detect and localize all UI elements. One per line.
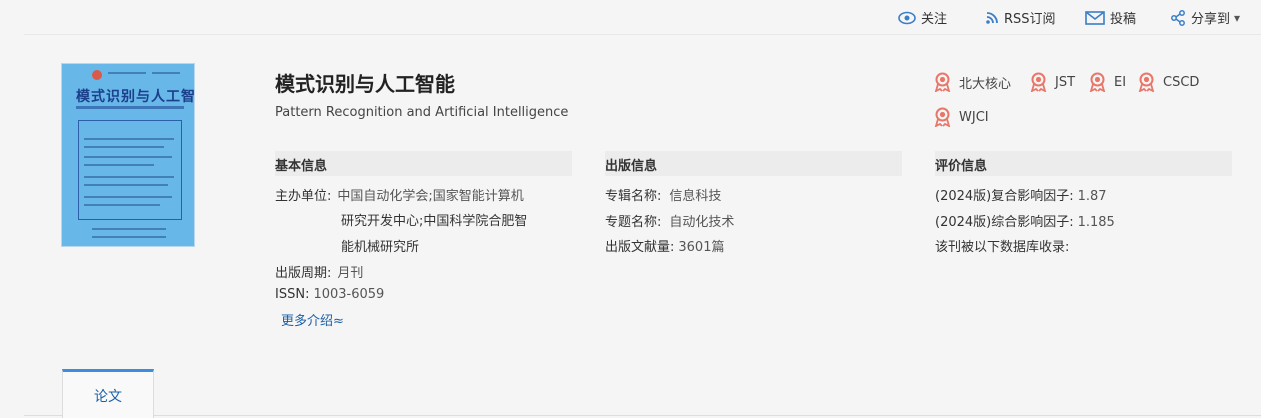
topic-value: 自动化技术 [669, 215, 735, 230]
cover-logo [92, 70, 102, 80]
sponsor-value-line1: 中国自动化学会;国家智能计算机 [337, 189, 524, 204]
eye-icon [898, 11, 916, 24]
tab-papers[interactable]: 论文 [62, 369, 154, 418]
album-label: 专辑名称: [605, 189, 662, 204]
award-ribbon-icon [934, 72, 951, 92]
cycle-row: 出版周期: 月刊 [275, 262, 363, 281]
eval-info-heading: 评价信息 [935, 151, 1232, 176]
mail-icon [1085, 10, 1105, 25]
badge-pku-core: 北大核心 [934, 72, 1011, 92]
issn-row: ISSN: 1003-6059 [275, 287, 384, 302]
topic-label: 专题名称: [605, 215, 662, 230]
rss-link[interactable]: RSS订阅 [985, 8, 1056, 27]
top-toolbar: 关注 RSS订阅 投稿 分享到 ▾ [0, 0, 1261, 34]
badge-label: EI [1114, 74, 1127, 90]
count-label: 出版文献量: [605, 240, 675, 255]
share-label: 分享到 [1191, 12, 1231, 27]
issn-label: ISSN: [275, 287, 310, 302]
badge-cscd: CSCD [1138, 72, 1199, 92]
badge-label: JST [1055, 74, 1076, 90]
publish-info-heading: 出版信息 [605, 151, 902, 176]
journal-english-title: Pattern Recognition and Artificial Intel… [275, 105, 569, 120]
badge-wjci: WJCI [934, 107, 989, 127]
award-ribbon-icon [1030, 72, 1047, 92]
badge-label: CSCD [1163, 74, 1200, 90]
count-row: 出版文献量: 3601篇 [605, 236, 724, 255]
badge-ei: EI [1089, 72, 1126, 92]
rss-icon [986, 11, 998, 24]
compound-if-label: (2024版)复合影响因子: [935, 189, 1074, 204]
composite-if-value: 1.185 [1077, 215, 1115, 230]
cycle-value: 月刊 [337, 266, 364, 281]
badge-label: WJCI [959, 109, 989, 125]
journal-title: 模式识别与人工智能 [275, 72, 455, 96]
follow-label: 关注 [921, 12, 948, 27]
more-intro-link[interactable]: 更多介绍≈ [281, 310, 344, 329]
chevron-down-icon: ▾ [1234, 10, 1241, 25]
cycle-label: 出版周期: [275, 266, 332, 281]
cover-subtitle-bar [76, 106, 184, 109]
album-value: 信息科技 [669, 189, 722, 204]
submit-link[interactable]: 投稿 [1085, 8, 1136, 27]
topic-row: 专题名称: 自动化技术 [605, 211, 734, 230]
award-ribbon-icon [1089, 72, 1106, 92]
issn-value: 1003-6059 [313, 287, 385, 302]
sponsor-row: 主办单位: 中国自动化学会;国家智能计算机 [275, 185, 524, 204]
award-ribbon-icon [1138, 72, 1155, 92]
rss-label: RSS订阅 [1004, 12, 1056, 27]
top-divider [24, 34, 1261, 35]
compound-if-value: 1.87 [1077, 189, 1107, 204]
badge-jst: JST [1030, 72, 1075, 92]
count-value: 3601篇 [678, 240, 725, 255]
sponsor-value-line3: 能机械研究所 [341, 240, 420, 255]
share-link[interactable]: 分享到 ▾ [1170, 8, 1240, 27]
badge-label: 北大核心 [959, 76, 1012, 92]
share-icon [1171, 9, 1185, 26]
database-row: 该刊被以下数据库收录: [935, 240, 1070, 255]
sponsor-value-line2: 研究开发中心;中国科学院合肥智 [341, 214, 528, 229]
award-ribbon-icon [934, 107, 951, 127]
tab-divider [24, 415, 1261, 416]
journal-cover: 模式识别与人工智能 [61, 63, 195, 247]
album-row: 专辑名称: 信息科技 [605, 185, 721, 204]
sponsor-label: 主办单位: [275, 189, 332, 204]
basic-info-heading: 基本信息 [275, 151, 572, 176]
submit-label: 投稿 [1110, 12, 1137, 27]
composite-if-row: (2024版)综合影响因子: 1.185 [935, 211, 1115, 230]
compound-if-row: (2024版)复合影响因子: 1.87 [935, 185, 1107, 204]
composite-if-label: (2024版)综合影响因子: [935, 215, 1074, 230]
cover-title: 模式识别与人工智能 [76, 89, 195, 105]
follow-link[interactable]: 关注 [898, 8, 947, 27]
